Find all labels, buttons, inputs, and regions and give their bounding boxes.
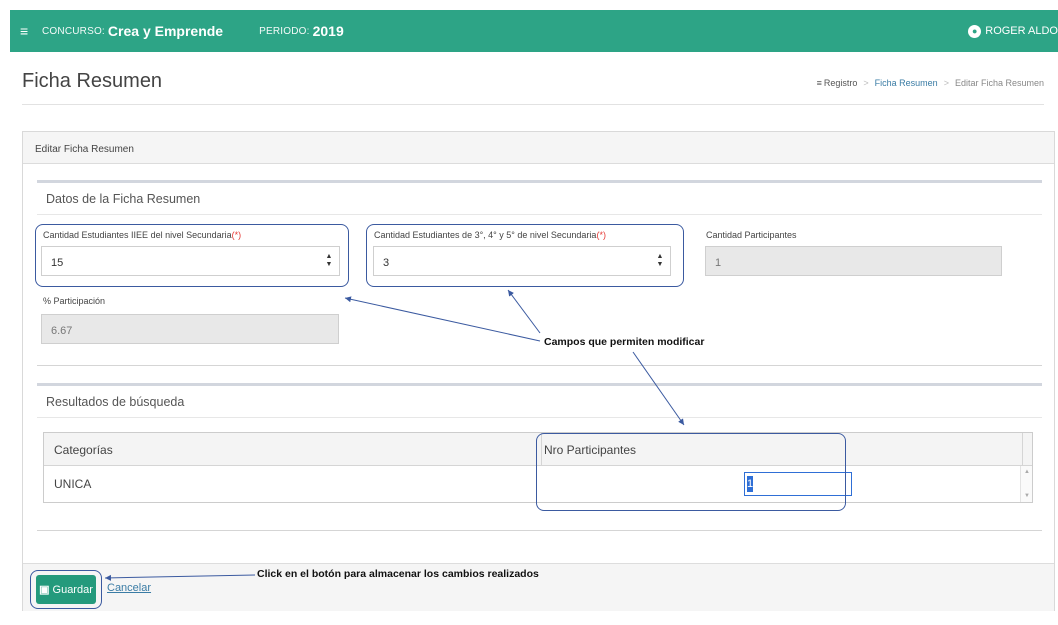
top-navbar: ≡ CONCURSO: Crea y Emprende PERIODO: 201… [10,10,1058,52]
highlight-box-nro-participantes [536,433,846,511]
periodo-label: PERIODO: [259,25,310,37]
title-divider [22,104,1044,105]
cancel-link[interactable]: Cancelar [107,582,151,594]
cell-categoria: UNICA [54,477,92,491]
datos-panel-title: Datos de la Ficha Resumen [46,192,201,206]
periodo-value: 2019 [312,23,344,39]
hamburger-icon[interactable]: ≡ [20,23,34,39]
cant-participantes-label: Cantidad Participantes [706,230,797,240]
participacion-input: 6.67 [41,314,339,344]
annotation-editable-fields: Campos que permiten modificar [544,336,705,348]
annotation-save-hint: Click en el botón para almacenar los cam… [257,568,539,580]
user-name: ROGER ALDO [985,25,1058,37]
breadcrumb: ≡ Registro > Ficha Resumen > Editar Fich… [816,78,1044,88]
card-title: Editar Ficha Resumen [23,132,1054,164]
highlight-box-save [30,570,102,609]
breadcrumb-ficha-resumen[interactable]: Ficha Resumen [875,78,938,88]
concurso-label: CONCURSO: [42,25,105,37]
page-title: Ficha Resumen [22,70,163,92]
breadcrumb-current: Editar Ficha Resumen [954,78,1044,88]
resultados-panel-title: Resultados de búsqueda [46,395,185,409]
highlight-box-cant-estudiantes [35,224,349,287]
list-icon: ≡ [816,78,822,88]
cant-participantes-input: 1 [705,246,1002,276]
breadcrumb-registro[interactable]: Registro [824,78,858,88]
edit-card: Editar Ficha Resumen Datos de la Ficha R… [22,131,1055,611]
participacion-label: % Participación [43,296,106,306]
table-scrollbar[interactable]: ▲ ▼ [1020,466,1032,502]
highlight-box-cant-3-4-5 [366,224,684,287]
user-circle-icon: ● [968,24,982,38]
concurso-value: Crea y Emprende [107,23,224,39]
user-menu[interactable]: ● ROGER ALDO [968,10,1058,52]
column-header-categorias[interactable]: Categorías [54,443,113,457]
